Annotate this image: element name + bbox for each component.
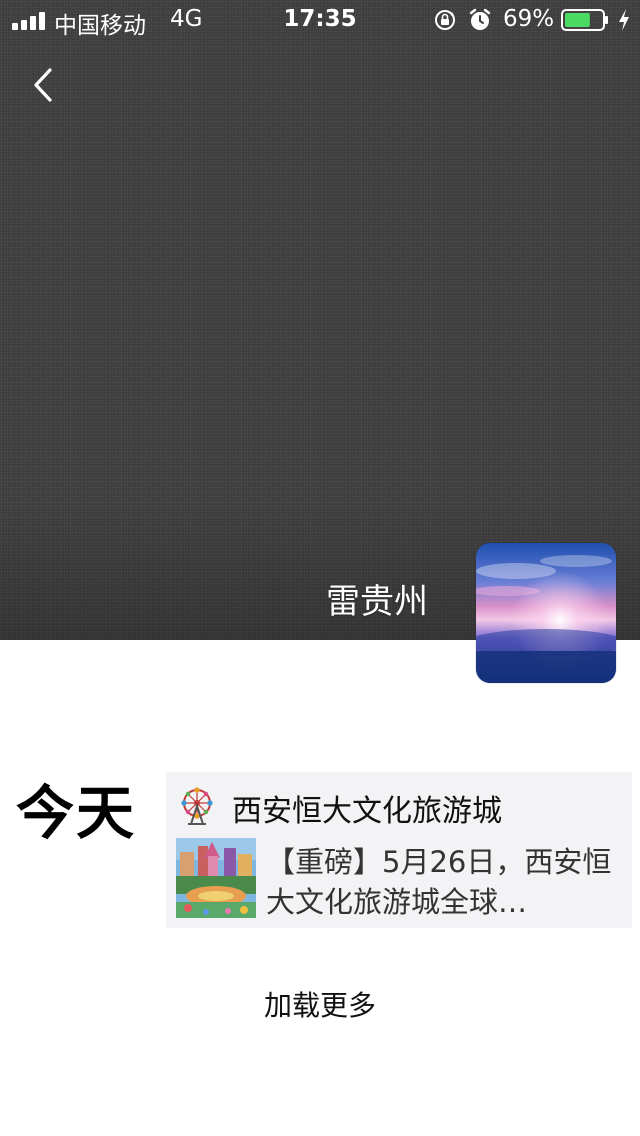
day-label: 今天 (16, 779, 137, 847)
shared-article-card[interactable]: 西安恒大文化旅游城 【重磅】5月26日，西安恒大文化旅游城全球… (166, 772, 632, 928)
ferris-wheel-icon (181, 787, 213, 825)
thumbnail-image (176, 838, 256, 918)
article-title: 【重磅】5月26日，西安恒大文化旅游城全球… (266, 845, 612, 919)
profile-username: 雷贵州 (326, 582, 428, 622)
article-thumbnail (176, 838, 256, 918)
back-button[interactable] (24, 60, 64, 110)
load-more-button[interactable]: 加载更多 (0, 984, 640, 1024)
lightning-bolt-icon (619, 9, 629, 31)
alarm-icon (469, 8, 491, 30)
avatar-image (476, 543, 616, 683)
moments-screen: 中国移动 4G 17:35 69% 雷贵州 今天 西安恒大文化旅游城 【重磅】5… (0, 0, 640, 1136)
account-name: 西安恒大文化旅游城 (232, 794, 502, 829)
profile-avatar[interactable] (476, 543, 616, 683)
battery-percentage: 69% (503, 6, 555, 32)
battery-icon (561, 9, 608, 31)
status-bar: 中国移动 4G 17:35 69% (0, 0, 640, 40)
rotation-lock-icon (435, 10, 455, 30)
